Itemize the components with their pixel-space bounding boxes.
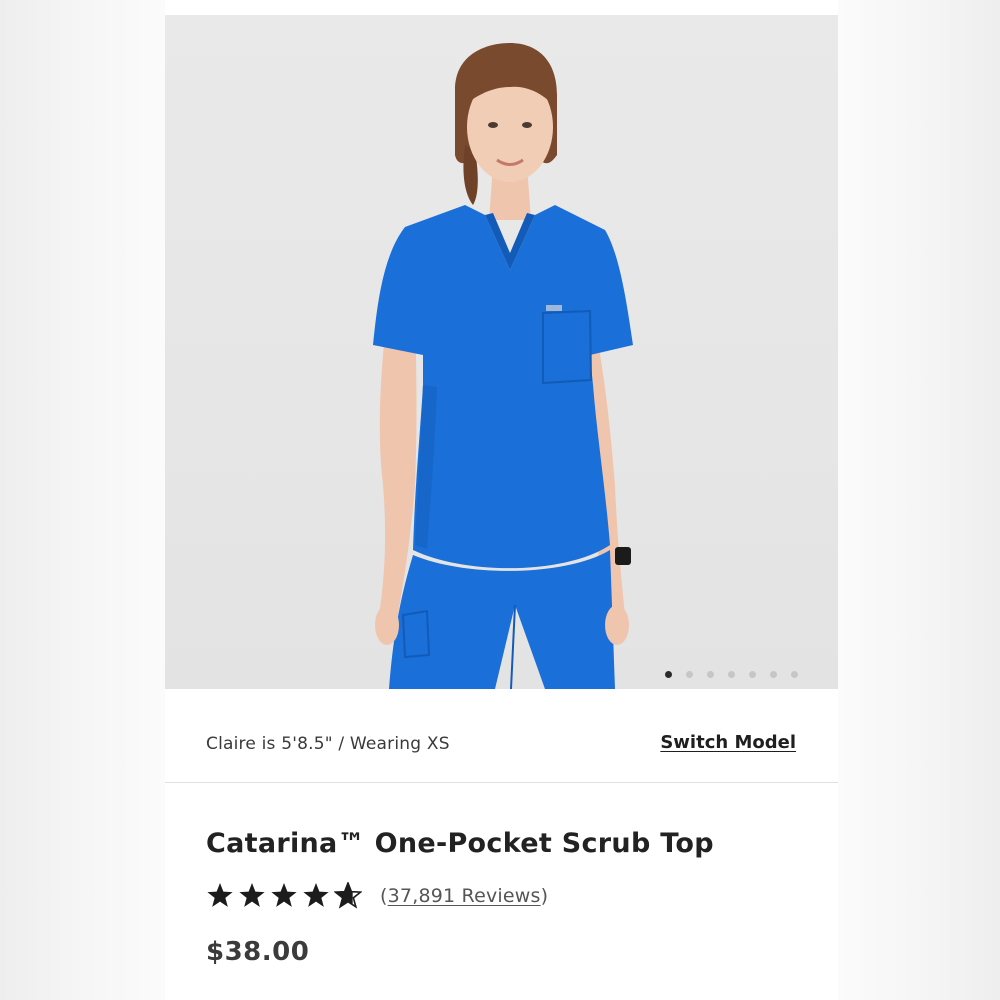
star-icon [271,883,297,907]
review-close-paren: ) [540,884,549,907]
carousel-dot-5[interactable] [749,671,756,678]
product-title: Catarina™ One-Pocket Scrub Top [206,828,714,859]
star-half-icon [334,882,362,909]
product-price: $38.00 [206,937,310,967]
carousel-dot-7[interactable] [791,671,798,678]
product-rating: (37,891 Reviews) [206,882,548,909]
star-icon [303,883,329,907]
carousel-dot-6[interactable] [770,671,777,678]
carousel-dots [665,671,798,678]
carousel-dot-4[interactable] [728,671,735,678]
carousel-dot-3[interactable] [707,671,714,678]
page-background-right [838,0,1000,1000]
carousel-dot-2[interactable] [686,671,693,678]
review-open-paren: ( [380,884,388,907]
carousel-dot-1[interactable] [665,671,672,678]
product-image [373,43,633,689]
star-icon [207,883,233,907]
review-count[interactable]: 37,891 Reviews [388,885,541,907]
product-image-carousel[interactable] [165,15,838,689]
star-icon [239,883,265,907]
rating-stars [206,882,362,909]
model-info-text: Claire is 5'8.5" / Wearing XS [206,734,450,754]
product-card: Claire is 5'8.5" / Wearing XS Switch Mod… [165,0,838,1000]
review-count-link[interactable]: (37,891 Reviews) [380,885,548,907]
switch-model-link[interactable]: Switch Model [660,732,796,753]
page-background-left [0,0,165,1000]
model-info-row: Claire is 5'8.5" / Wearing XS Switch Mod… [165,689,838,783]
